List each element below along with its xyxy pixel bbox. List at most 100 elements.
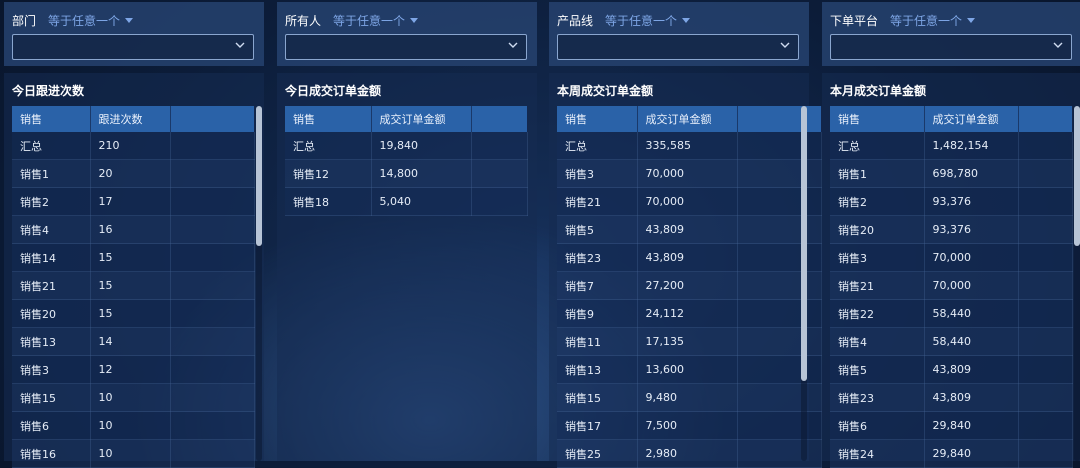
column-header[interactable] <box>1018 106 1073 132</box>
column-header[interactable]: 成交订单金额 <box>637 106 738 132</box>
table-row: 销售21 70,000 <box>830 271 1073 300</box>
column-header[interactable] <box>471 106 528 132</box>
table-row: 销售3 12 <box>12 355 255 384</box>
table-row: 销售6 29,840 <box>830 411 1073 440</box>
table-row: 销售14 15 <box>12 243 255 272</box>
card-title: 今日跟进次数 <box>12 84 85 98</box>
data-table: 销售 成交订单金额 汇总 1,482,154 销售1 698,780 销售2 93,376 销售… <box>830 106 1073 468</box>
empty-cell <box>1018 383 1073 412</box>
table-scrollbar[interactable] <box>801 106 807 461</box>
empty-cell <box>737 243 822 272</box>
value-cell: 9,480 <box>637 383 738 412</box>
table-header-row: 销售 跟进次数 <box>12 106 255 132</box>
filter-operator-dropdown[interactable]: 等于任意一个 <box>605 12 677 29</box>
empty-cell <box>737 299 822 328</box>
scrollbar-thumb[interactable] <box>801 106 807 381</box>
sales-name-cell: 销售6 <box>830 411 925 440</box>
column-header[interactable]: 跟进次数 <box>90 106 171 132</box>
value-cell: 70,000 <box>637 187 738 216</box>
metric-card: 今日成交订单金额 销售 成交订单金额 汇总 19,840 销售12 14,800 销售18 5,… <box>277 73 537 461</box>
sales-name-cell: 销售3 <box>830 243 925 272</box>
column-header[interactable]: 成交订单金额 <box>371 106 472 132</box>
empty-cell <box>1018 215 1073 244</box>
value-cell: 20 <box>90 159 171 188</box>
value-cell: 15 <box>90 299 171 328</box>
card-title: 本月成交订单金额 <box>830 84 927 98</box>
scrollbar-thumb[interactable] <box>1074 106 1080 246</box>
filter-operator-dropdown[interactable]: 等于任意一个 <box>890 12 962 29</box>
sales-name-cell: 销售2 <box>12 187 91 216</box>
table-row: 销售20 93,376 <box>830 215 1073 244</box>
empty-cell <box>1018 355 1073 384</box>
column-header[interactable]: 销售 <box>557 106 638 132</box>
table-row: 销售4 58,440 <box>830 327 1073 356</box>
column-header[interactable] <box>170 106 255 132</box>
value-cell: 17 <box>90 187 171 216</box>
table-header-row: 销售 成交订单金额 <box>557 106 822 132</box>
table-row: 销售13 13,600 <box>557 355 822 384</box>
caret-down-icon[interactable] <box>967 17 976 23</box>
data-table: 销售 成交订单金额 汇总 19,840 销售12 14,800 销售18 5,040 <box>285 106 528 216</box>
filter-operator-dropdown[interactable]: 等于任意一个 <box>48 12 120 29</box>
card-title: 今日成交订单金额 <box>285 84 382 98</box>
column-header[interactable]: 成交订单金额 <box>924 106 1019 132</box>
table-row: 销售21 70,000 <box>557 187 822 216</box>
filter-value-select[interactable] <box>557 34 799 60</box>
column-header[interactable]: 销售 <box>285 106 372 132</box>
column-header[interactable]: 销售 <box>830 106 925 132</box>
value-cell: 1,482,154 <box>924 132 1019 160</box>
sales-name-cell: 汇总 <box>557 132 638 160</box>
chevron-down-icon[interactable] <box>1052 39 1064 51</box>
table-row: 销售9 24,112 <box>557 299 822 328</box>
empty-cell <box>737 327 822 356</box>
table-row: 销售2 17 <box>12 187 255 216</box>
sales-name-cell: 销售9 <box>557 299 638 328</box>
chevron-down-icon[interactable] <box>779 39 791 51</box>
value-cell: 43,809 <box>637 215 738 244</box>
table-row: 汇总 1,482,154 <box>830 132 1073 160</box>
value-cell: 14 <box>90 327 171 356</box>
scrollbar-thumb[interactable] <box>256 106 262 246</box>
table-row: 销售24 29,840 <box>830 439 1073 468</box>
table-row: 销售1 20 <box>12 159 255 188</box>
value-cell: 19,840 <box>371 132 472 160</box>
empty-cell <box>170 439 255 468</box>
empty-cell <box>737 187 822 216</box>
empty-cell <box>1018 411 1073 440</box>
sales-name-cell: 销售20 <box>12 299 91 328</box>
caret-down-icon[interactable] <box>410 17 419 23</box>
value-cell: 2,980 <box>637 439 738 468</box>
value-cell: 58,440 <box>924 299 1019 328</box>
sales-name-cell: 销售21 <box>557 187 638 216</box>
filter-value-select[interactable] <box>12 34 254 60</box>
table-row: 销售15 9,480 <box>557 383 822 412</box>
table-scrollbar[interactable] <box>256 106 262 461</box>
table-row: 销售17 7,500 <box>557 411 822 440</box>
filter-value-select[interactable] <box>830 34 1072 60</box>
value-cell: 24,112 <box>637 299 738 328</box>
table-row: 汇总 19,840 <box>285 132 528 160</box>
sales-name-cell: 销售17 <box>557 411 638 440</box>
sales-name-cell: 销售3 <box>12 355 91 384</box>
empty-cell <box>170 243 255 272</box>
filter-value-select[interactable] <box>285 34 527 60</box>
sales-name-cell: 销售14 <box>12 243 91 272</box>
chevron-down-icon[interactable] <box>507 39 519 51</box>
caret-down-icon[interactable] <box>682 17 691 23</box>
sales-name-cell: 销售4 <box>830 327 925 356</box>
table-scrollbar[interactable] <box>1074 106 1080 461</box>
table-row: 销售4 16 <box>12 215 255 244</box>
column-header[interactable] <box>737 106 822 132</box>
sales-name-cell: 汇总 <box>285 132 372 160</box>
chevron-down-icon[interactable] <box>234 39 246 51</box>
table-row: 销售12 14,800 <box>285 159 528 188</box>
filter-label: 部门 <box>12 13 37 28</box>
empty-cell <box>737 215 822 244</box>
column-header[interactable]: 销售 <box>12 106 91 132</box>
filter-operator-dropdown[interactable]: 等于任意一个 <box>333 12 405 29</box>
empty-cell <box>1018 187 1073 216</box>
caret-down-icon[interactable] <box>125 17 134 23</box>
empty-cell <box>471 187 528 216</box>
table-row: 销售3 70,000 <box>830 243 1073 272</box>
sales-name-cell: 销售16 <box>12 439 91 468</box>
